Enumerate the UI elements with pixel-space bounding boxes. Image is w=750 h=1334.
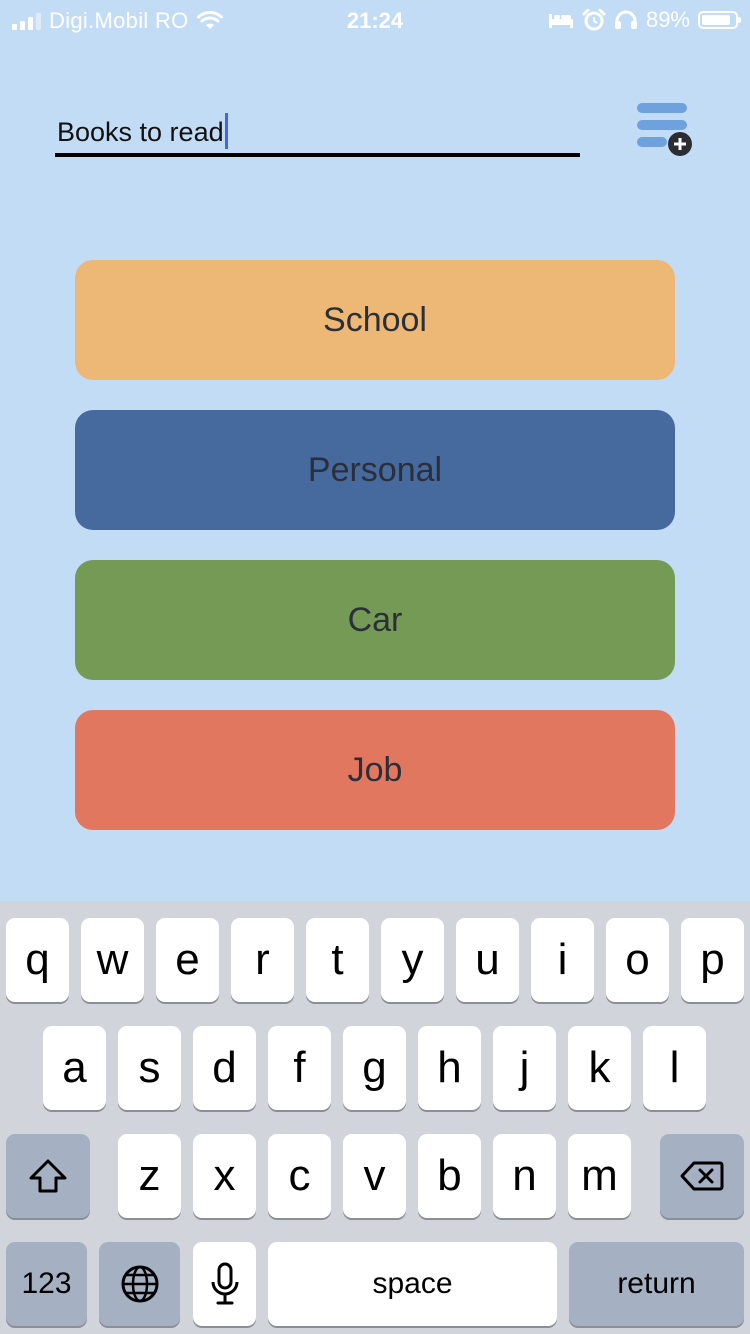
- status-bar: Digi.Mobil RO 21:24 89%: [0, 0, 750, 40]
- microphone-key[interactable]: [193, 1242, 256, 1326]
- globe-key[interactable]: [99, 1242, 180, 1326]
- status-right: 89%: [548, 7, 741, 33]
- backspace-icon: [680, 1161, 724, 1191]
- key-j[interactable]: j: [493, 1026, 556, 1110]
- globe-icon: [121, 1265, 158, 1303]
- alarm-icon: [582, 9, 606, 31]
- list-title-value: Books to read: [57, 117, 224, 147]
- list-title-text[interactable]: Books to read: [57, 113, 228, 149]
- delete-key[interactable]: [660, 1134, 744, 1218]
- category-label: Personal: [307, 450, 443, 489]
- key-z[interactable]: z: [118, 1134, 181, 1218]
- category-button-personal[interactable]: Personal: [75, 410, 675, 530]
- space-key[interactable]: space: [268, 1242, 557, 1326]
- key-s[interactable]: s: [118, 1026, 181, 1110]
- key-l[interactable]: l: [643, 1026, 706, 1110]
- category-label: Job: [347, 750, 403, 789]
- key-i[interactable]: i: [531, 918, 594, 1002]
- battery-percent: 89%: [645, 7, 690, 32]
- add-list-button[interactable]: [633, 100, 697, 160]
- key-n[interactable]: n: [493, 1134, 556, 1218]
- key-w[interactable]: w: [81, 918, 144, 1002]
- key-o[interactable]: o: [606, 918, 669, 1002]
- bed-icon: [548, 14, 573, 28]
- return-key[interactable]: return: [569, 1242, 744, 1326]
- key-b[interactable]: b: [418, 1134, 481, 1218]
- key-y[interactable]: y: [381, 918, 444, 1002]
- numbers-key[interactable]: 123: [6, 1242, 87, 1326]
- category-button-car[interactable]: Car: [75, 560, 675, 680]
- key-g[interactable]: g: [343, 1026, 406, 1110]
- category-label: School: [323, 300, 427, 339]
- battery-level: [702, 15, 731, 25]
- key-u[interactable]: u: [456, 918, 519, 1002]
- battery-icon: [698, 11, 741, 29]
- key-h[interactable]: h: [418, 1026, 481, 1110]
- microphone-icon: [211, 1262, 238, 1305]
- key-e[interactable]: e: [156, 918, 219, 1002]
- text-caret: [224, 113, 228, 149]
- key-c[interactable]: c: [268, 1134, 331, 1218]
- key-x[interactable]: x: [193, 1134, 256, 1218]
- shift-key[interactable]: [6, 1134, 90, 1218]
- key-d[interactable]: d: [193, 1026, 256, 1110]
- category-button-school[interactable]: School: [75, 260, 675, 380]
- key-m[interactable]: m: [568, 1134, 631, 1218]
- headphones-icon: [614, 10, 637, 29]
- key-t[interactable]: t: [306, 918, 369, 1002]
- list-title-field[interactable]: Books to read: [55, 105, 580, 157]
- add-list-icon: [637, 103, 692, 156]
- key-f[interactable]: f: [268, 1026, 331, 1110]
- key-r[interactable]: r: [231, 918, 294, 1002]
- category-label: Car: [347, 600, 403, 639]
- key-v[interactable]: v: [343, 1134, 406, 1218]
- key-p[interactable]: p: [681, 918, 744, 1002]
- key-a[interactable]: a: [43, 1026, 106, 1110]
- key-q[interactable]: q: [6, 918, 69, 1002]
- shift-icon: [29, 1159, 67, 1193]
- on-screen-keyboard: q w e r t y u i o p a s d f g h j k l z …: [0, 901, 750, 1334]
- key-k[interactable]: k: [568, 1026, 631, 1110]
- category-button-job[interactable]: Job: [75, 710, 675, 830]
